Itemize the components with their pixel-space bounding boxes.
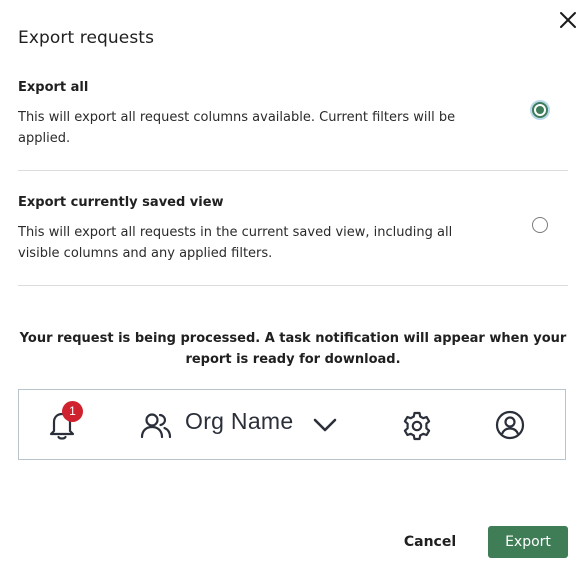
export-all-description: This will export all request columns ava… [18, 110, 456, 146]
export-all-option[interactable]: Export all This will export all request … [18, 80, 568, 149]
export-button[interactable]: Export [488, 526, 568, 558]
chevron-down-icon [312, 414, 338, 436]
export-saved-view-title: Export currently saved view [18, 195, 224, 210]
org-name: Org Name [185, 408, 294, 434]
users-icon [139, 410, 173, 442]
export-saved-view-description: This will export all requests in the cur… [18, 225, 453, 261]
export-requests-dialog: Export requests Export all This will exp… [0, 0, 588, 577]
export-all-radio[interactable] [532, 102, 548, 118]
dialog-title: Export requests [18, 28, 155, 48]
processing-message: Your request is being processed. A task … [19, 331, 567, 367]
profile-icon [494, 409, 526, 441]
export-all-title: Export all [18, 80, 89, 95]
gear-icon [401, 410, 433, 442]
header-bar-preview: 1 Org Name [18, 389, 566, 460]
export-saved-view-radio[interactable] [532, 217, 548, 233]
divider [18, 285, 568, 286]
cancel-button[interactable]: Cancel [392, 527, 468, 557]
divider [18, 170, 568, 171]
close-icon[interactable] [556, 8, 580, 32]
export-saved-view-option[interactable]: Export currently saved view This will ex… [18, 195, 568, 264]
notification-badge: 1 [62, 401, 83, 422]
